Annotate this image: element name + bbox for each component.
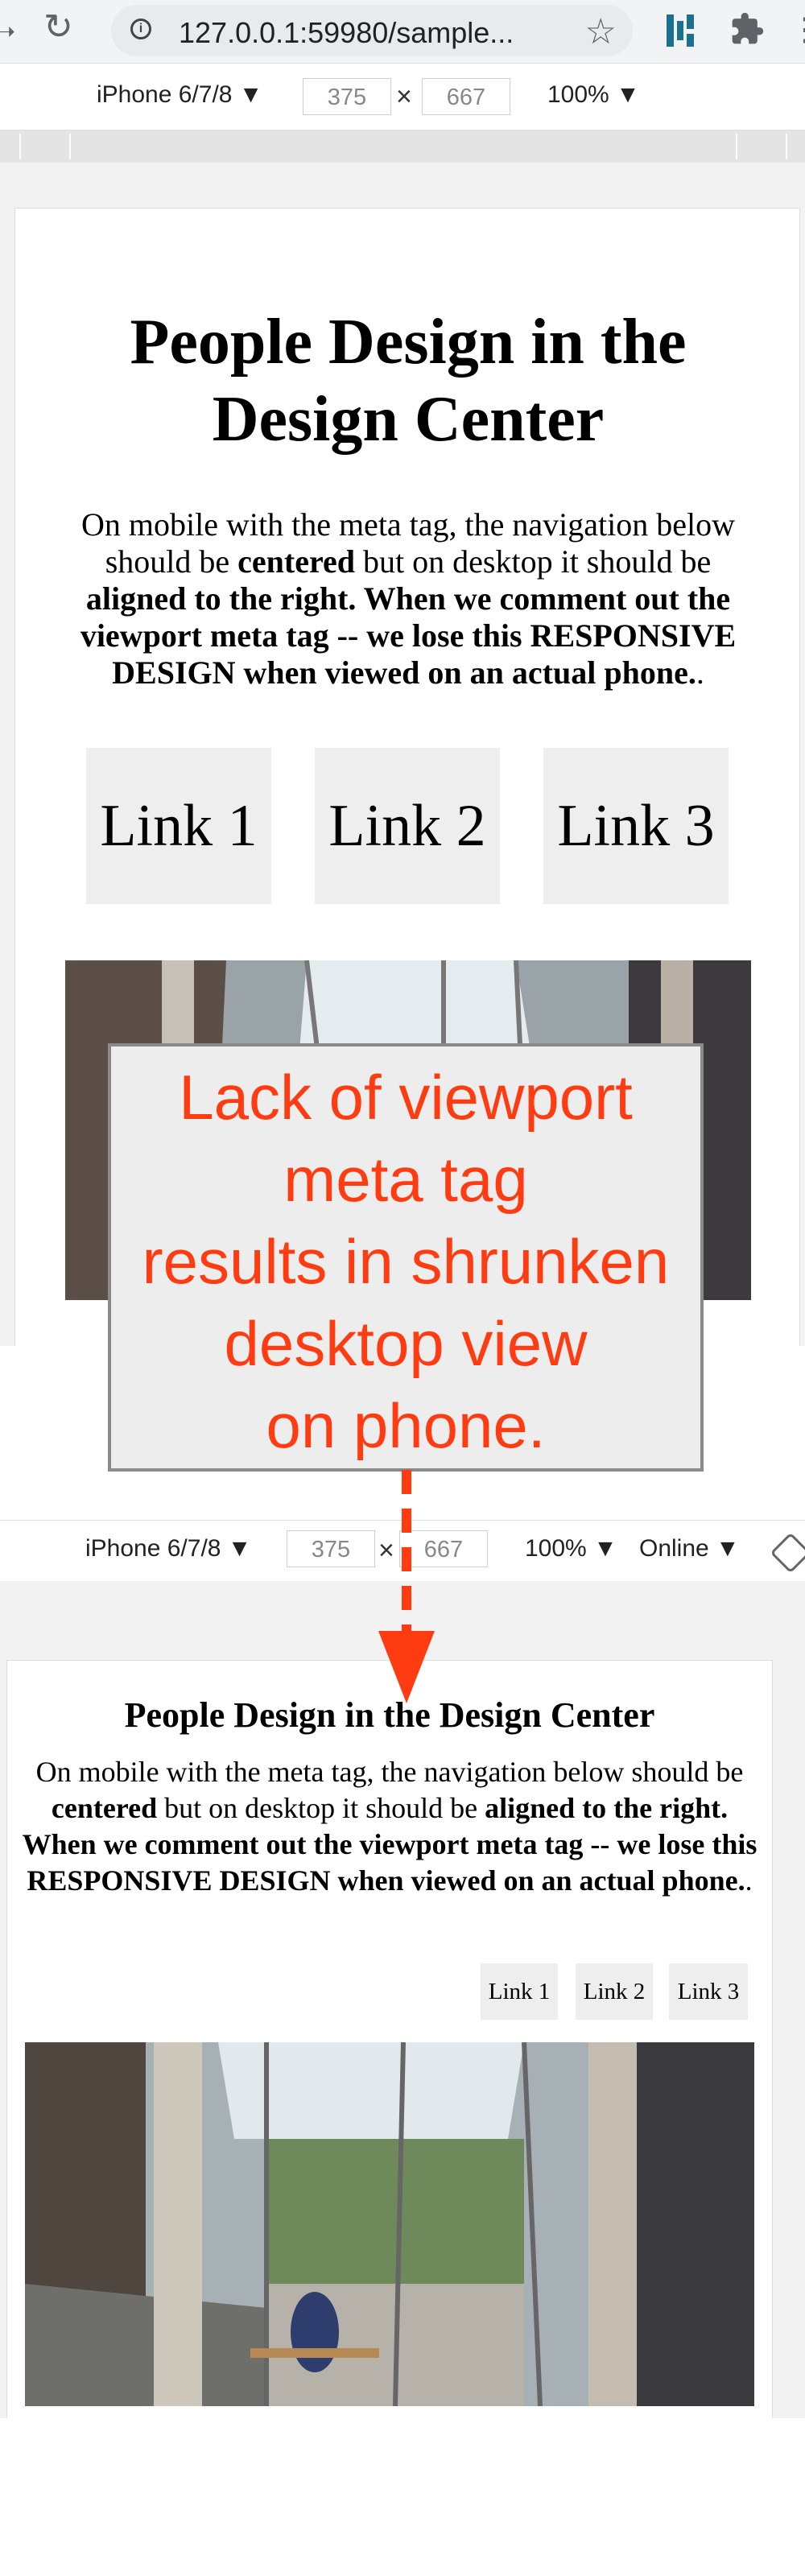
star-icon[interactable]: ☆	[585, 11, 617, 52]
callout-line: results in shrunken	[142, 1226, 670, 1297]
callout-line: desktop view	[224, 1308, 588, 1379]
throttle-select[interactable]: Online ▼	[639, 1535, 740, 1563]
puzzle-icon[interactable]	[729, 11, 765, 47]
url-text[interactable]: 127.0.0.1:59980/sample...	[179, 16, 514, 50]
rotate-icon[interactable]	[770, 1532, 805, 1574]
nav-link-3[interactable]: Link 3	[669, 1963, 748, 2020]
device-select[interactable]: iPhone 6/7/8 ▼	[85, 1535, 252, 1563]
callout-line: on phone.	[266, 1390, 546, 1461]
page-with-viewport: People Design in the Design Center On mo…	[6, 1660, 773, 2418]
nav-link-1[interactable]: Link 1	[86, 748, 271, 904]
back-arrow-icon[interactable]: ➝	[0, 18, 15, 46]
zoom-select[interactable]: 100% ▼	[525, 1535, 617, 1563]
page-description: On mobile with the meta tag, the navigat…	[80, 506, 737, 691]
callout-line: Lack of viewport	[179, 1062, 633, 1133]
media-query-ruler-top[interactable]	[0, 130, 805, 163]
extension-icon[interactable]	[667, 13, 694, 48]
address-bar[interactable]: i 127.0.0.1:59980/sample... ☆	[111, 5, 633, 56]
page-description: On mobile with the meta tag, the navigat…	[22, 1756, 758, 1897]
nav-link-2[interactable]: Link 2	[315, 748, 500, 904]
callout-line: meta tag	[283, 1144, 528, 1215]
browser-toolbar: ➝ ↻ i 127.0.0.1:59980/sample... ☆ ⋮	[0, 0, 805, 64]
page-title: People Design in the Design Center	[130, 307, 687, 455]
width-field[interactable]: 375	[287, 1530, 375, 1567]
menu-icon[interactable]: ⋮	[789, 11, 805, 48]
device-toolbar-top: iPhone 6/7/8 ▼ 375 × 667 100% ▼	[0, 64, 805, 130]
nav-link-1[interactable]: Link 1	[481, 1963, 558, 2020]
dimension-separator: ×	[396, 81, 412, 112]
emulated-viewport-bottom: People Design in the Design Center On mo…	[0, 1581, 805, 2418]
dashed-arrow-icon	[378, 1470, 435, 1703]
height-field[interactable]: 667	[422, 78, 510, 115]
nav-link-3[interactable]: Link 3	[543, 748, 729, 904]
zoom-select[interactable]: 100% ▼	[547, 81, 640, 109]
nav-link-2[interactable]: Link 2	[576, 1963, 653, 2020]
info-icon[interactable]: i	[130, 19, 151, 39]
width-field[interactable]: 375	[303, 78, 391, 115]
device-select[interactable]: iPhone 6/7/8 ▼	[97, 81, 263, 109]
reload-icon[interactable]: ↻	[43, 10, 73, 45]
atrium-photo	[25, 2042, 754, 2406]
annotation-callout: Lack of viewport meta tag results in shr…	[108, 1043, 704, 1472]
